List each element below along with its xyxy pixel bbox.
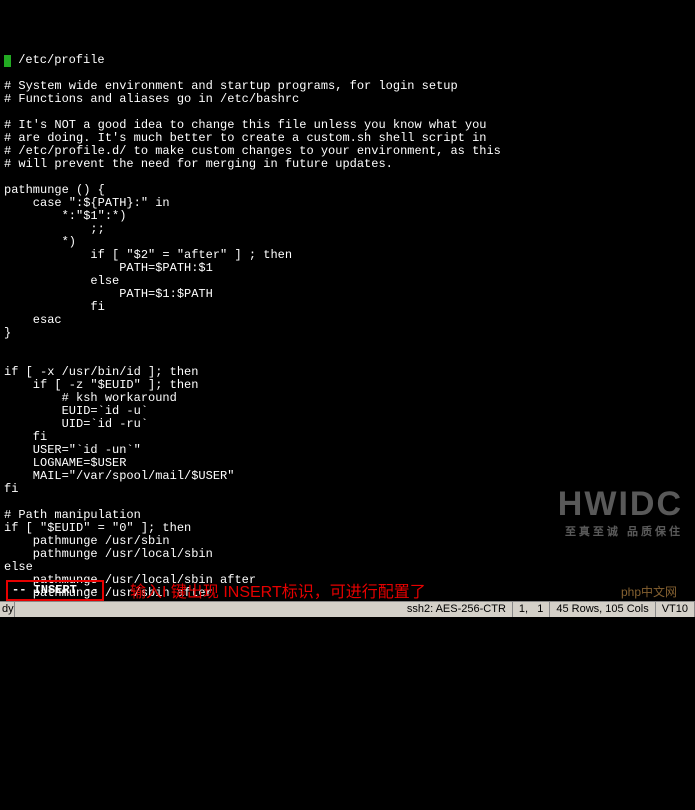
code-line[interactable]: MAIL="/var/spool/mail/$USER" — [4, 470, 691, 483]
cursor — [4, 55, 11, 67]
code-line[interactable]: esac — [4, 314, 691, 327]
code-line[interactable]: } — [4, 327, 691, 340]
code-line[interactable] — [4, 171, 691, 184]
code-line[interactable] — [4, 340, 691, 353]
code-line[interactable]: UID=`id -ru` — [4, 418, 691, 431]
code-line[interactable]: # will prevent the need for merging in f… — [4, 158, 691, 171]
code-line[interactable]: PATH=$1:$PATH — [4, 288, 691, 301]
status-cursor-position: 1, 1 — [513, 602, 550, 617]
annotation-text: 输入I 键出现 INSERT标识，可进行配置了 — [130, 586, 426, 599]
watermark-secondary: php中文网 — [621, 586, 677, 599]
status-ready: dy — [0, 602, 15, 617]
watermark-logo: HWIDC 至真至诚 品质保住 — [535, 485, 683, 552]
status-terminal-type: VT10 — [656, 602, 695, 617]
code-line[interactable]: *:"$1":*) — [4, 210, 691, 223]
status-dimensions: 45 Rows, 105 Cols — [550, 602, 655, 617]
code-line[interactable]: ;; — [4, 223, 691, 236]
vim-mode-indicator: -- INSERT -- — [6, 580, 104, 601]
watermark-sub: 至真至诚 品质保住 — [535, 526, 683, 539]
status-protocol: ssh2: AES-256-CTR — [401, 602, 513, 617]
code-line[interactable]: # Functions and aliases go in /etc/bashr… — [4, 93, 691, 106]
watermark-main: HWIDC — [558, 485, 683, 523]
code-line[interactable]: fi — [4, 301, 691, 314]
status-bar: dy ssh2: AES-256-CTR 1, 1 45 Rows, 105 C… — [0, 601, 695, 617]
code-line[interactable]: /etc/profile — [4, 54, 691, 67]
